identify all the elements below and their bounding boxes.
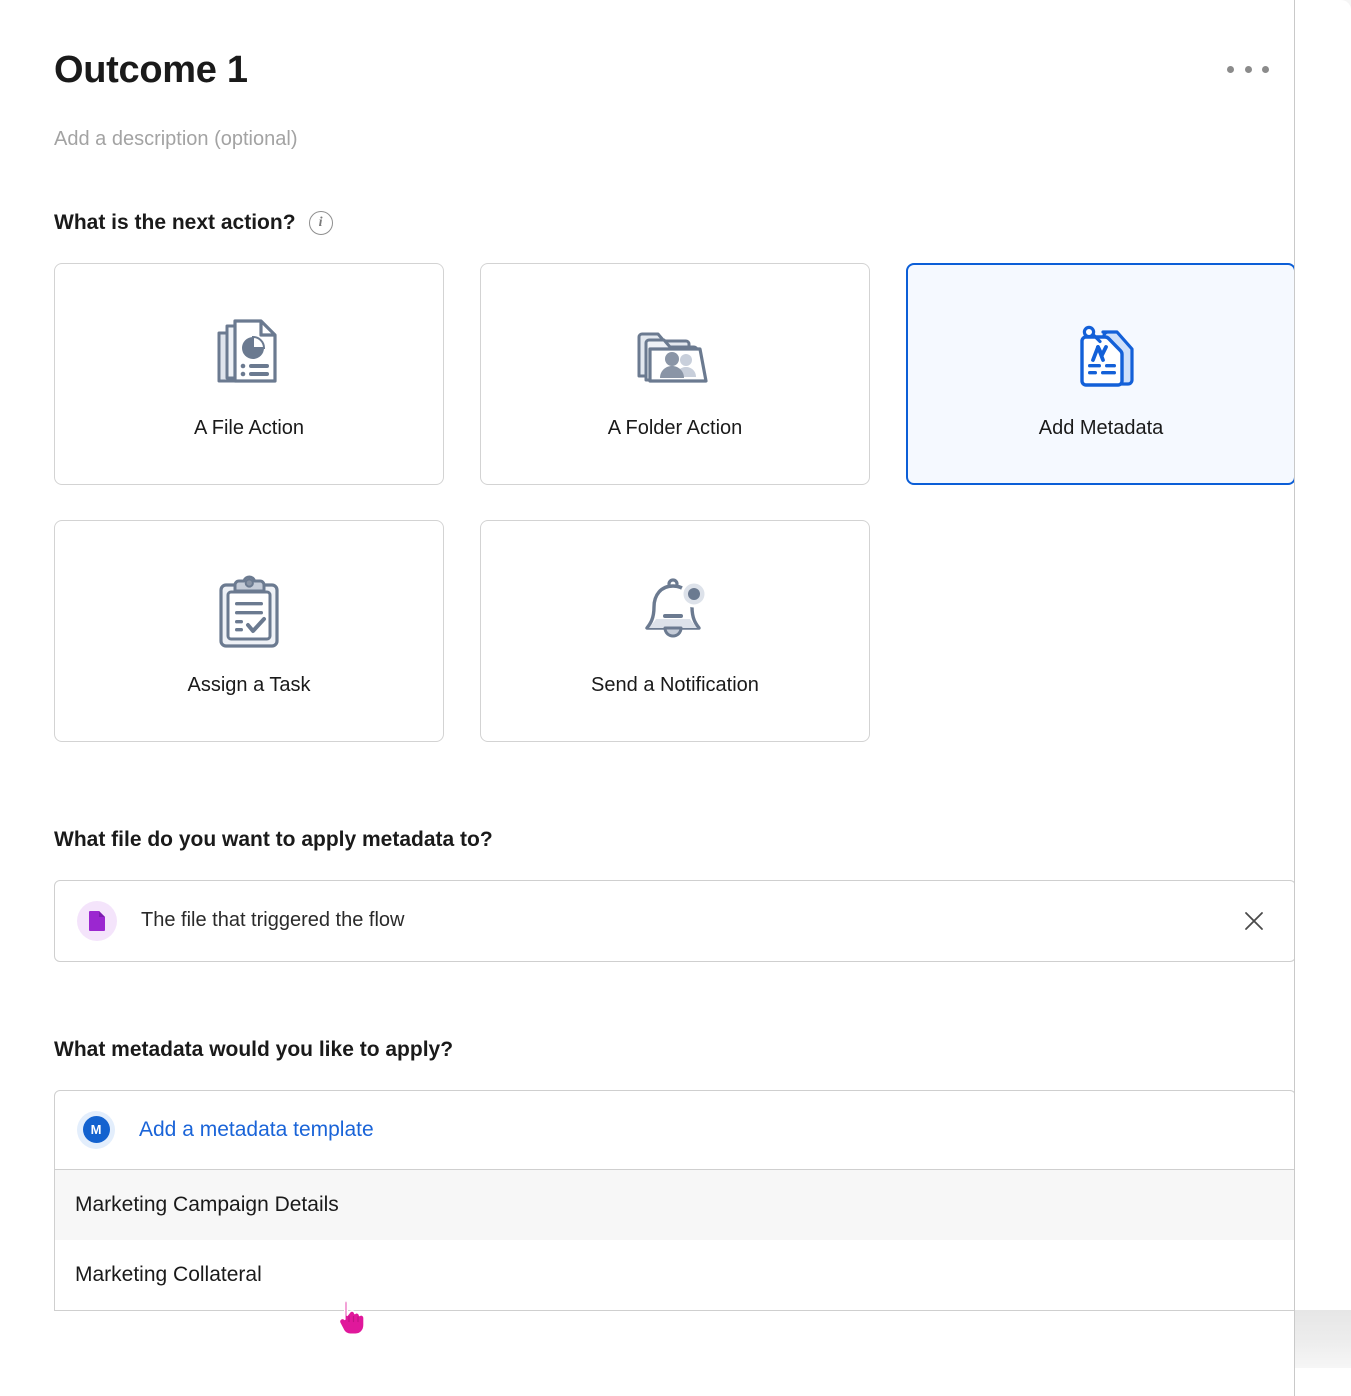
kebab-dot: [1262, 65, 1269, 73]
file-target-heading: What file do you want to apply metadata …: [54, 828, 1295, 852]
file-purple-icon: [77, 900, 117, 941]
description-input[interactable]: Add a description (optional): [54, 128, 1295, 151]
action-card-label: Add Metadata: [1038, 417, 1164, 440]
action-card-folder[interactable]: A Folder Action: [480, 262, 870, 485]
panel-content: Outcome 1 Add a description (optional) W…: [54, 0, 1296, 1311]
panel-header: Outcome 1 Add a description (optional): [54, 0, 1295, 151]
kebab-dot: [1244, 65, 1252, 73]
bell-badge-icon: [635, 564, 715, 660]
more-horizontal-icon[interactable]: [1227, 56, 1269, 82]
add-metadata-template-label: Add a metadata template: [139, 1117, 374, 1141]
action-card-label: A File Action: [193, 417, 305, 440]
action-card-file[interactable]: A File Action: [54, 262, 444, 485]
action-card-notification[interactable]: Send a Notification: [480, 519, 870, 742]
kebab-dot: [1227, 65, 1234, 73]
metadata-m-badge-icon: M: [77, 1110, 115, 1149]
m-badge-letter: M: [82, 1116, 110, 1144]
file-chart-icon: [213, 307, 285, 403]
info-circle-icon[interactable]: i: [308, 210, 333, 235]
panel-right-edge: [1294, 0, 1295, 1396]
metadata-template-options: Marketing Campaign Details Marketing Col…: [54, 1169, 1296, 1311]
metadata-tag-icon: [1062, 307, 1140, 403]
metadata-heading: What metadata would you like to apply?: [54, 1038, 1295, 1062]
screen-root: Outcome 1 Add a description (optional) W…: [0, 0, 1351, 1396]
action-card-label: A Folder Action: [607, 417, 743, 440]
metadata-option-item[interactable]: Marketing Campaign Details: [55, 1169, 1295, 1240]
metadata-option-item[interactable]: Marketing Collateral: [55, 1240, 1295, 1310]
folder-people-icon: [634, 307, 716, 403]
page-title: Outcome 1: [54, 49, 248, 91]
metadata-option-label: Marketing Campaign Details: [75, 1192, 339, 1216]
metadata-option-label: Marketing Collateral: [75, 1262, 262, 1286]
file-target-field[interactable]: The file that triggered the flow: [54, 879, 1296, 962]
action-card-label: Send a Notification: [591, 674, 759, 697]
action-card-label: Assign a Task: [187, 674, 311, 697]
outcome-panel: Outcome 1 Add a description (optional) W…: [0, 0, 1347, 1352]
metadata-template-dropdown: M Add a metadata template Marketing Camp…: [54, 1089, 1296, 1311]
next-action-heading: What is the next action? i: [54, 210, 1295, 235]
action-card-metadata[interactable]: Add Metadata: [906, 262, 1296, 485]
next-action-heading-label: What is the next action?: [54, 210, 296, 234]
action-card-task[interactable]: Assign a Task: [54, 519, 444, 742]
metadata-heading-label: What metadata would you like to apply?: [54, 1037, 454, 1061]
clipboard-check-icon: [215, 564, 283, 660]
file-target-heading-label: What file do you want to apply metadata …: [54, 827, 493, 851]
add-metadata-template-button[interactable]: M Add a metadata template: [54, 1089, 1296, 1170]
action-card-grid: A File Action A Folder Action Add Metada…: [54, 262, 1296, 742]
right-panel-fill-lower: [1295, 1366, 1351, 1396]
file-target-value: The file that triggered the flow: [141, 909, 405, 932]
right-panel-fill: [1295, 0, 1351, 1310]
right-panel-shadow: [1295, 1310, 1351, 1368]
close-x-icon[interactable]: [1239, 906, 1269, 936]
